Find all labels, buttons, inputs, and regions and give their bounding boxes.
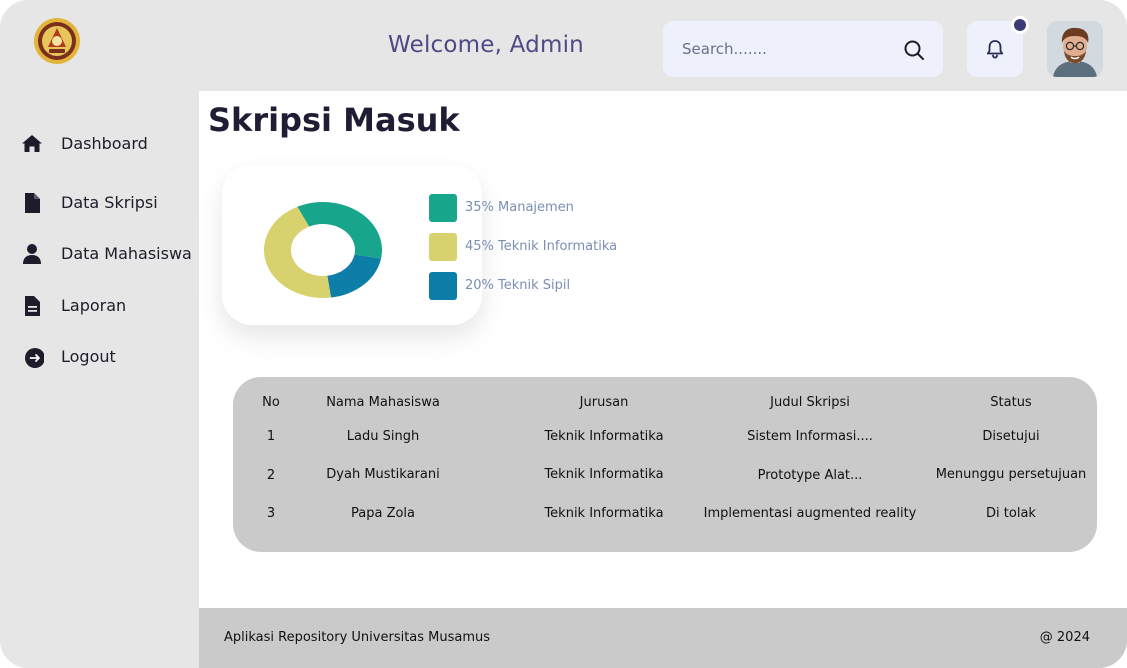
table-cell: Ladu Singh [346,429,420,444]
home-icon [22,135,42,152]
table-header-status: Status [990,395,1032,410]
sidebar: Dashboard Data Skripsi Data Mahasiswa La… [0,91,199,668]
app-window: Welcome, Admin Search....... Dashboard D… [0,0,1127,668]
status-cell: Disetujui [982,429,1040,444]
legend-label: 20% Teknik Sipil [465,278,571,293]
table-cell: Teknik Informatika [544,506,664,521]
legend-label: 35% Manajemen [465,200,574,215]
status-cell: Menunggu persetujuan [935,467,1087,482]
search-bar[interactable] [663,21,943,77]
sidebar-item-label: Data Mahasiswa [61,244,192,263]
sidebar-item-laporan[interactable]: Laporan [0,288,199,324]
table-cell: Sistem Informasi.... [747,429,873,444]
page-title: Skripsi Masuk [208,101,460,139]
welcome-text: Welcome, Admin [388,32,584,58]
table-cell: Implementasi augmented reality [703,506,917,521]
avatar-image [1047,21,1103,77]
legend-swatch [429,272,457,300]
bell-icon [986,40,1004,59]
university-logo [34,18,80,64]
legend-label: 45% Teknik Informatika [465,239,618,254]
table-header-judul: Judul Skripsi [770,395,850,410]
document-icon [25,193,40,213]
legend-swatch [429,233,457,261]
table-cell: 2 [266,468,276,483]
skripsi-table: No Nama Mahasiswa Jurusan Judul Skripsi … [233,377,1097,552]
logout-icon [25,348,44,368]
legend-swatch [429,194,457,222]
table-header-jurusan: Jurusan [579,395,629,410]
top-header: Welcome, Admin [0,0,1127,91]
footer-copyright: @ 2024 [1039,630,1090,645]
sidebar-item-dashboard[interactable]: Dashboard [0,126,199,162]
table-cell: Prototype Alat... [757,468,863,483]
table-header-no: No [262,395,280,410]
table-cell: Papa Zola [350,506,416,521]
table-cell: 3 [266,506,276,521]
footer-app-name: Aplikasi Repository Universitas Musamus [224,630,491,645]
user-icon [23,244,41,264]
sidebar-item-logout[interactable]: Logout [0,339,199,375]
sidebar-item-label: Logout [61,347,116,366]
sidebar-item-label: Data Skripsi [61,193,158,212]
search-input[interactable] [682,21,892,77]
donut-slice-manajemen [297,202,382,259]
table-cell: 1 [266,429,276,444]
donut-slice-teknik-sipil [327,254,382,298]
table-cell: Dyah Mustikarani [326,467,440,482]
notification-badge [1011,16,1029,34]
search-icon[interactable] [903,39,925,61]
status-cell: Di tolak [986,506,1036,521]
footer: Aplikasi Repository Universitas Musamus … [199,608,1127,668]
donut-chart [264,202,382,298]
user-avatar[interactable] [1047,21,1103,77]
sidebar-item-data-skripsi[interactable]: Data Skripsi [0,185,199,221]
sidebar-item-label: Laporan [61,296,127,315]
report-icon [25,296,40,316]
table-header-nama: Nama Mahasiswa [326,395,440,410]
table-cell: Teknik Informatika [544,429,664,444]
sidebar-item-label: Dashboard [61,134,148,153]
sidebar-item-data-mahasiswa[interactable]: Data Mahasiswa [0,236,199,272]
table-cell: Teknik Informatika [544,467,664,482]
